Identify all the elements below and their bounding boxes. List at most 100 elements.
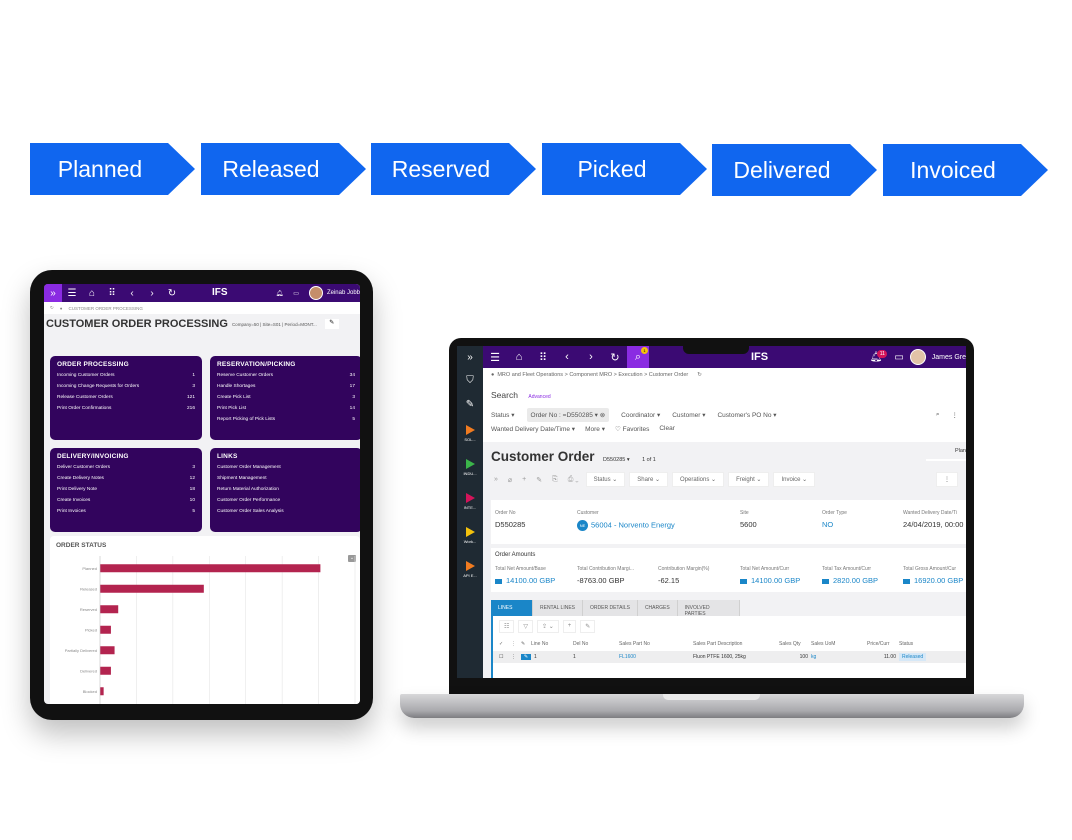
- expand-icon[interactable]: »: [491, 474, 501, 485]
- advanced-search-link[interactable]: Advanced: [528, 394, 550, 400]
- sales-part-link[interactable]: FL1600: [619, 654, 693, 660]
- print-icon[interactable]: ⎙ ⌄: [565, 474, 582, 486]
- card-link[interactable]: Print Pick List 14: [217, 403, 355, 414]
- operations-menu[interactable]: Operations ⌄: [672, 472, 725, 487]
- search-icon[interactable]: ⌕: [936, 411, 940, 419]
- clear-button[interactable]: Clear: [659, 425, 675, 433]
- back-icon[interactable]: ‹: [122, 288, 142, 299]
- filter-wanted-delivery[interactable]: Wanted Delivery Date/Time ▾: [491, 425, 575, 433]
- refresh-icon[interactable]: ↻: [697, 372, 702, 378]
- list-icon[interactable]: ☷: [499, 620, 515, 633]
- bar-blocked[interactable]: [100, 687, 104, 696]
- order-selector[interactable]: D550285 ▾: [603, 457, 630, 463]
- menu-icon[interactable]: ☰: [62, 288, 82, 299]
- filter-customer[interactable]: Customer ▾: [672, 411, 705, 419]
- back-icon[interactable]: ‹: [555, 351, 579, 363]
- bar-released[interactable]: [100, 584, 204, 593]
- card-link[interactable]: Print Invoices 5: [57, 506, 195, 517]
- filter-more[interactable]: More ▾: [585, 425, 605, 433]
- context-selector[interactable]: Company=50 | Site=S01 | Period=MONT...: [232, 322, 317, 327]
- more-vert-icon[interactable]: ⋮: [952, 411, 959, 419]
- sidebar-item-inte[interactable]: INTE...: [457, 484, 483, 518]
- edit-icon[interactable]: ✎: [457, 392, 483, 416]
- bar-planned[interactable]: [100, 564, 321, 573]
- bell-icon[interactable]: 🔔︎: [276, 290, 284, 297]
- bookmark-icon[interactable]: ⛉: [457, 368, 483, 392]
- customer-link[interactable]: 56004 - Norvento Energy: [591, 520, 675, 529]
- card-link[interactable]: Deliver Customer Orders 3: [57, 462, 195, 473]
- card-link[interactable]: Print Delivery Note 18: [57, 484, 195, 495]
- edit-icon[interactable]: ✎: [580, 620, 596, 633]
- more-vert-icon[interactable]: ⋮: [936, 472, 958, 487]
- tab-involved-parties[interactable]: INVOLVED PARTIES: [677, 600, 740, 617]
- refresh-icon[interactable]: ↻: [50, 305, 54, 311]
- row-checkbox[interactable]: ☐: [499, 654, 511, 660]
- sidebar-item-work[interactable]: Work...: [457, 518, 483, 552]
- add-icon[interactable]: +: [519, 474, 529, 485]
- card-link[interactable]: Incoming Change Requests for Orders 3: [57, 381, 195, 392]
- pin-icon[interactable]: ✎: [324, 319, 339, 329]
- invoice-menu[interactable]: Invoice ⌄: [773, 472, 816, 487]
- card-link[interactable]: Customer Order Management: [217, 462, 355, 473]
- card-link[interactable]: Create Invoices 10: [57, 495, 195, 506]
- user-menu[interactable]: 🔔︎ ▭ Zeinab Jobb: [276, 286, 360, 300]
- home-icon[interactable]: ⌂: [82, 288, 102, 299]
- user-menu[interactable]: 🔔︎ 11 ▭ James Gre: [870, 349, 966, 365]
- select-all-checkbox[interactable]: ✓: [499, 641, 511, 647]
- table-row[interactable]: ☐ ⋮ ✎ 1 1 FL1600 Fluon PTFE 1600, 25kg 1…: [493, 651, 966, 663]
- filter-icon[interactable]: ▽: [518, 620, 534, 633]
- tab-rental-lines[interactable]: RENTAL LINES: [533, 600, 584, 616]
- card-link[interactable]: Release Customer Orders 121: [57, 392, 195, 403]
- refresh-icon[interactable]: ↻: [162, 288, 182, 299]
- card-link[interactable]: Create Pick List 3: [217, 392, 355, 403]
- freight-menu[interactable]: Freight ⌄: [728, 472, 770, 487]
- status-menu[interactable]: Status ⌄: [585, 472, 626, 487]
- home-dot-icon[interactable]: ●: [491, 372, 494, 378]
- avatar[interactable]: [308, 286, 323, 300]
- bell-icon[interactable]: 🔔︎ 11: [870, 349, 888, 363]
- apps-grid-icon[interactable]: ⠿: [531, 351, 555, 364]
- card-link[interactable]: Customer Order Sales Analysis: [217, 506, 355, 517]
- card-link[interactable]: Reserve Customer Orders 34: [217, 370, 355, 381]
- tab-order-details[interactable]: ORDER DETAILS: [583, 600, 638, 616]
- card-link[interactable]: Handle Shortages 17: [217, 381, 355, 392]
- refresh-icon[interactable]: ↻: [603, 351, 627, 364]
- bar-partially-delivered[interactable]: [100, 646, 115, 655]
- filter-status[interactable]: Status ▾: [491, 411, 515, 419]
- expand-icon[interactable]: »: [44, 284, 62, 302]
- forward-icon[interactable]: ›: [579, 351, 603, 363]
- filter-coordinator[interactable]: Coordinator ▾: [621, 411, 660, 419]
- more-vert-icon[interactable]: ⋮: [511, 641, 521, 647]
- avatar[interactable]: [909, 349, 926, 365]
- bar-reserved[interactable]: [100, 605, 119, 614]
- tab-lines[interactable]: LINES: [491, 600, 533, 616]
- favorites-button[interactable]: ♡ Favorites: [615, 425, 649, 433]
- bar-picked[interactable]: [100, 625, 111, 634]
- add-icon[interactable]: +: [562, 620, 577, 633]
- sidebar-item-sol[interactable]: SOL...: [457, 416, 483, 450]
- attachment-icon[interactable]: ⌀: [505, 474, 515, 486]
- forward-icon[interactable]: ›: [142, 288, 162, 299]
- edit-icon[interactable]: ✎: [533, 474, 545, 486]
- copy-icon[interactable]: ⎘: [549, 474, 561, 486]
- share-menu[interactable]: Share ⌄: [629, 472, 668, 487]
- more-vert-icon[interactable]: ⋮: [511, 654, 521, 660]
- filter-order-no[interactable]: Order No : =D550285 ▾ ⊗: [526, 407, 610, 422]
- card-link[interactable]: Incoming Customer Orders 1: [57, 370, 195, 381]
- card-link[interactable]: Customer Order Performance: [217, 495, 355, 506]
- export-icon[interactable]: ⇪ ⌄: [537, 620, 559, 633]
- menu-icon[interactable]: ☰: [483, 351, 507, 364]
- card-link[interactable]: Report Picking of Pick Lists 5: [217, 414, 355, 425]
- expand-icon[interactable]: »: [457, 346, 483, 368]
- card-link[interactable]: Print Order Confirmations 216: [57, 403, 195, 414]
- card-link[interactable]: Shipment Management: [217, 473, 355, 484]
- card-link[interactable]: Create Delivery Notes 12: [57, 473, 195, 484]
- card-link[interactable]: Return Material Authorization: [217, 484, 355, 495]
- tab-charges[interactable]: CHARGES: [637, 600, 678, 616]
- home-dot-icon[interactable]: ●: [60, 306, 63, 311]
- sidebar-item-api[interactable]: API E...: [457, 552, 483, 586]
- calendar-icon[interactable]: ▭: [894, 352, 903, 363]
- filter-customer-po[interactable]: Customer's PO No ▾: [717, 411, 776, 419]
- calendar-icon[interactable]: ▭: [293, 290, 299, 297]
- edit-icon[interactable]: ✎: [521, 654, 531, 660]
